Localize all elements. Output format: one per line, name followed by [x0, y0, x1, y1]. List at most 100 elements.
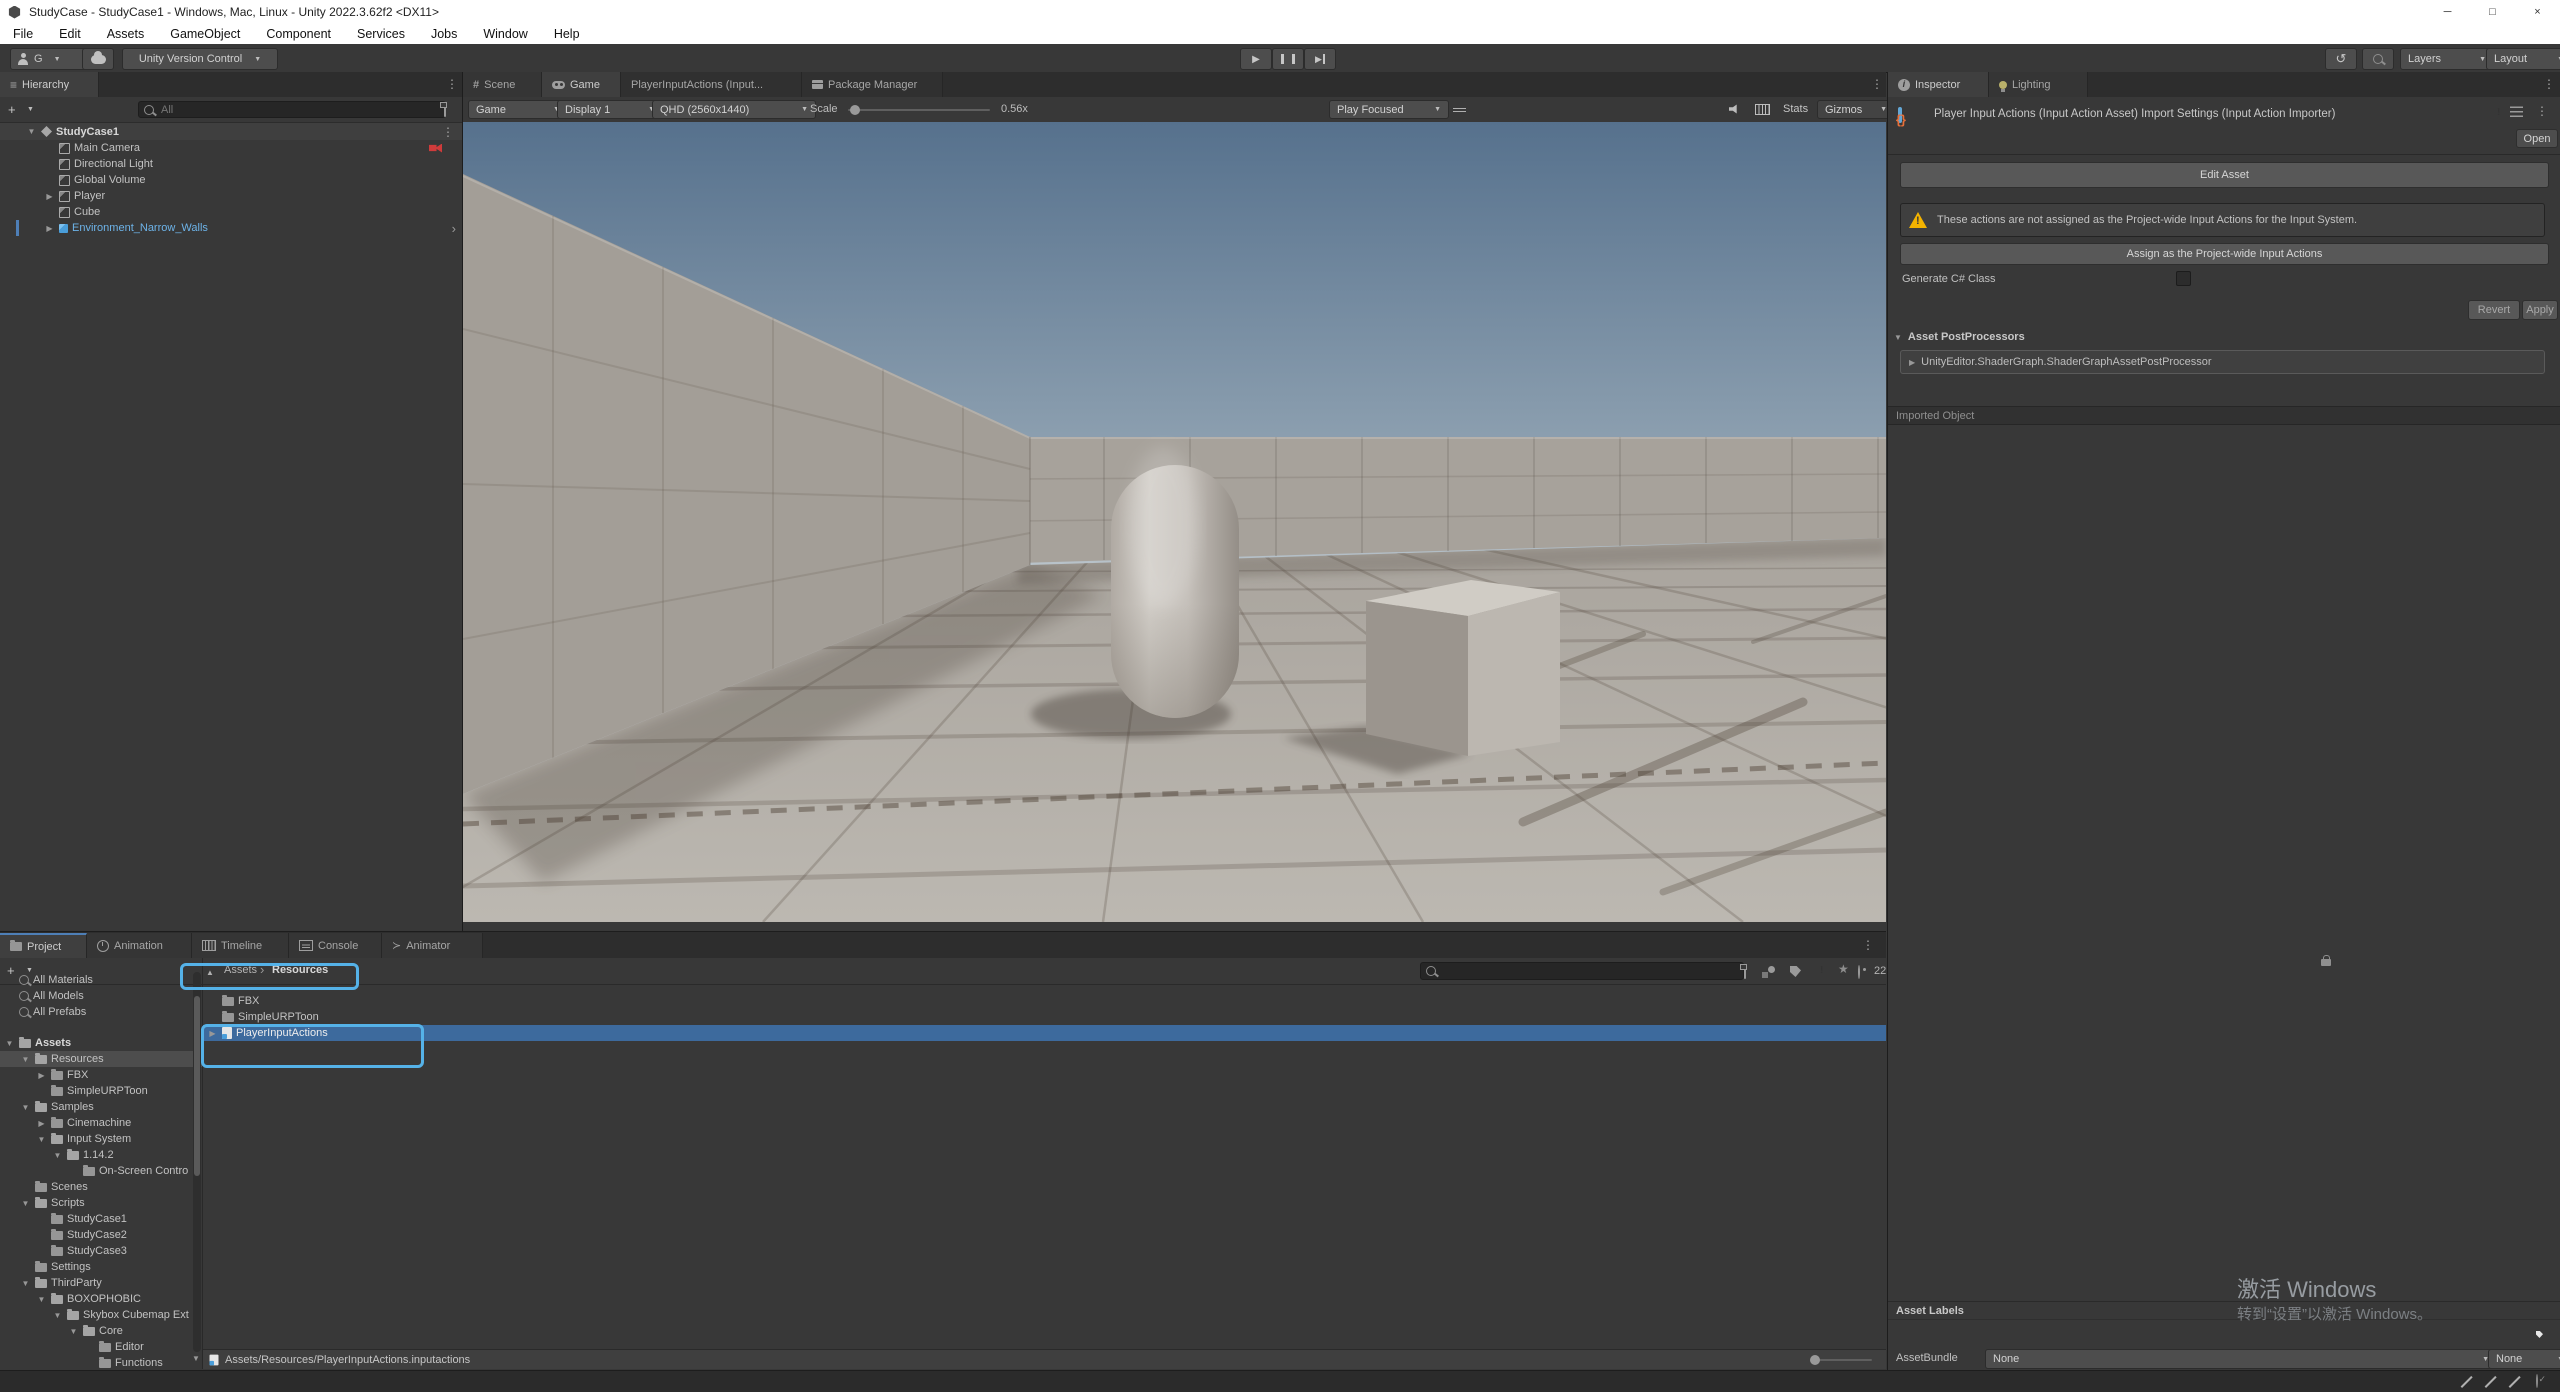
undo-history-button[interactable] — [2325, 48, 2357, 70]
menu-assets[interactable]: Assets — [94, 24, 158, 44]
foldout-closed-icon[interactable] — [36, 1119, 47, 1128]
kebab-menu-icon[interactable] — [446, 77, 458, 91]
scale-slider-knob[interactable] — [850, 105, 860, 115]
tree-item-assets[interactable]: Assets — [0, 1035, 202, 1051]
presets-icon[interactable] — [2510, 106, 2523, 117]
play-focused-dropdown[interactable]: Play Focused▼ — [1329, 100, 1449, 119]
tree-item-studycase2[interactable]: StudyCase2 — [0, 1227, 202, 1243]
kebab-menu-icon[interactable] — [1862, 938, 1874, 952]
revert-button[interactable]: Revert — [2468, 300, 2520, 320]
maximize-button[interactable]: □ — [2470, 0, 2515, 24]
foldout-closed-icon[interactable] — [44, 224, 55, 233]
menu-jobs[interactable]: Jobs — [418, 24, 470, 44]
scene-header-row[interactable]: StudyCase1 — [0, 123, 462, 140]
maximize-search-icon[interactable] — [444, 103, 446, 117]
mute-audio-icon[interactable] — [1729, 104, 1740, 114]
tree-scroll-down-icon[interactable]: ▼ — [192, 1354, 200, 1363]
tree-scrollbar-thumb[interactable] — [194, 996, 200, 1176]
foldout-open-icon[interactable] — [20, 1199, 31, 1208]
game-viewport-render[interactable] — [463, 122, 1886, 922]
hierarchy-item-directional-light[interactable]: Directional Light — [0, 156, 462, 172]
edit-asset-button[interactable]: Edit Asset — [1900, 162, 2549, 188]
tree-item-resources[interactable]: Resources — [0, 1051, 202, 1067]
favorites-icon[interactable] — [1838, 962, 1849, 976]
step-button[interactable] — [1304, 48, 1336, 70]
project-search-field[interactable] — [1420, 962, 1744, 980]
tree-item-studycase1[interactable]: StudyCase1 — [0, 1211, 202, 1227]
hierarchy-item-cube[interactable]: Cube — [0, 204, 462, 220]
tab-hierarchy[interactable]: Hierarchy — [0, 72, 99, 97]
postprocessors-header[interactable]: Asset PostProcessors — [1888, 328, 2560, 346]
version-control-dropdown[interactable]: Unity Version Control ▼ — [122, 48, 278, 70]
tree-item-all-models[interactable]: All Models — [0, 988, 202, 1004]
kebab-menu-icon[interactable] — [2536, 104, 2548, 118]
assetbundle-dropdown[interactable]: None▼ — [1985, 1349, 2497, 1369]
foldout-open-icon[interactable] — [68, 1327, 79, 1336]
menu-services[interactable]: Services — [344, 24, 418, 44]
menu-component[interactable]: Component — [253, 24, 344, 44]
thumbnail-size-slider[interactable] — [1810, 1359, 1872, 1361]
postprocessor-entry[interactable]: UnityEditor.ShaderGraph.ShaderGraphAsset… — [1900, 350, 2545, 374]
tab-timeline[interactable]: Timeline — [192, 933, 289, 958]
tree-item-boxophobic[interactable]: BOXOPHOBIC — [0, 1291, 202, 1307]
tab-console[interactable]: Console — [289, 933, 382, 958]
tree-item-1-14-2[interactable]: 1.14.2 — [0, 1147, 202, 1163]
stats-button[interactable]: Stats — [1783, 103, 1808, 115]
cloud-button[interactable] — [82, 48, 114, 70]
progress-idle-icon[interactable] — [2536, 1374, 2538, 1388]
tree-item-samples[interactable]: Samples — [0, 1099, 202, 1115]
foldout-open-icon[interactable] — [20, 1055, 31, 1064]
hierarchy-search-input[interactable] — [159, 103, 440, 117]
generate-csharp-checkbox[interactable] — [2176, 271, 2191, 286]
play-button[interactable] — [1240, 48, 1272, 70]
tree-item-all-prefabs[interactable]: All Prefabs — [0, 1004, 202, 1020]
breadcrumb-root[interactable]: Assets — [224, 964, 257, 976]
maximize-search-icon[interactable] — [1744, 965, 1746, 979]
foldout-open-icon[interactable] — [20, 1103, 31, 1112]
foldout-open-icon[interactable] — [26, 127, 37, 136]
tree-item-simpleurptoon[interactable]: SimpleURPToon — [0, 1083, 202, 1099]
menu-window[interactable]: Window — [470, 24, 540, 44]
tree-item-input-system[interactable]: Input System — [0, 1131, 202, 1147]
project-search-input[interactable] — [1441, 964, 1738, 978]
tab-project[interactable]: Project — [0, 933, 87, 958]
pause-button[interactable] — [1272, 48, 1304, 70]
close-button[interactable]: × — [2515, 0, 2560, 24]
resolution-dropdown[interactable]: QHD (2560x1440)▼ — [652, 100, 816, 119]
tree-item-on-screen-contro[interactable]: On-Screen Contro — [0, 1163, 202, 1179]
tree-item-scripts[interactable]: Scripts — [0, 1195, 202, 1211]
foldout-closed-icon[interactable] — [207, 1029, 218, 1038]
foldout-open-icon[interactable] — [4, 1039, 15, 1048]
tree-item-functions[interactable]: Functions — [0, 1355, 202, 1369]
tree-item-studycase3[interactable]: StudyCase3 — [0, 1243, 202, 1259]
thumbnail-size-knob[interactable] — [1810, 1355, 1820, 1365]
tree-item-all-materials[interactable]: All Materials — [0, 972, 202, 988]
view-mode-dropdown[interactable]: Game▼ — [468, 100, 568, 119]
file-item-fbx[interactable]: FBX — [203, 993, 1886, 1009]
foldout-open-icon[interactable] — [52, 1311, 63, 1320]
hierarchy-item-global-volume[interactable]: Global Volume — [0, 172, 462, 188]
tab-lighting[interactable]: Lighting — [1989, 72, 2088, 97]
visibility-icon[interactable] — [1858, 965, 1860, 979]
layout-dropdown[interactable]: Layout▼ — [2486, 48, 2560, 70]
foldout-open-icon[interactable] — [1894, 331, 1902, 343]
kebab-menu-icon[interactable] — [442, 125, 454, 139]
tree-scrollbar[interactable] — [193, 972, 201, 1352]
tab-inspector[interactable]: Inspector — [1888, 72, 1989, 97]
menu-gameobject[interactable]: GameObject — [157, 24, 253, 44]
foldout-open-icon[interactable] — [52, 1151, 63, 1160]
tree-item-fbx[interactable]: FBX — [0, 1067, 202, 1083]
hierarchy-item-main-camera[interactable]: Main Camera — [0, 140, 462, 156]
minimize-button[interactable]: ─ — [2425, 0, 2470, 24]
kebab-menu-icon[interactable] — [2543, 77, 2555, 91]
foldout-closed-icon[interactable] — [44, 192, 55, 201]
tree-item-thirdparty[interactable]: ThirdParty — [0, 1275, 202, 1291]
filter-by-label-icon[interactable] — [1790, 966, 1801, 977]
open-button[interactable]: Open — [2516, 129, 2558, 148]
tree-item-settings[interactable]: Settings — [0, 1259, 202, 1275]
kebab-menu-icon[interactable] — [1871, 77, 1883, 91]
hierarchy-item-environment-narrow-walls[interactable]: Environment_Narrow_Walls — [0, 220, 462, 236]
tab-animation[interactable]: Animation — [87, 933, 192, 958]
hierarchy-item-player[interactable]: Player — [0, 188, 462, 204]
tab-animator[interactable]: Animator — [382, 933, 483, 958]
